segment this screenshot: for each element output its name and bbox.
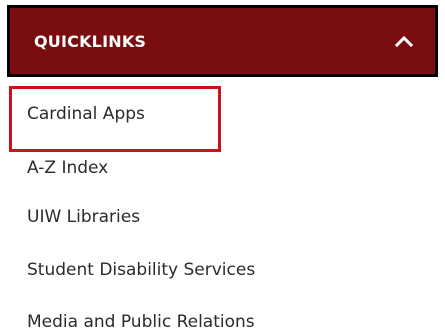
link-student-disability-services[interactable]: Student Disability Services bbox=[27, 260, 255, 280]
link-media-and-public-relations[interactable]: Media and Public Relations bbox=[27, 312, 255, 332]
quicklinks-panel: QUICKLINKS Cardinal Apps A-Z Index UIW L… bbox=[0, 0, 445, 333]
link-cardinal-apps[interactable]: Cardinal Apps bbox=[27, 104, 145, 124]
link-uiw-libraries[interactable]: UIW Libraries bbox=[27, 207, 140, 227]
quicklinks-toggle[interactable]: QUICKLINKS bbox=[7, 5, 438, 77]
quicklinks-title: QUICKLINKS bbox=[34, 31, 147, 51]
chevron-up-icon[interactable] bbox=[393, 33, 415, 49]
link-a-z-index[interactable]: A-Z Index bbox=[27, 158, 108, 178]
